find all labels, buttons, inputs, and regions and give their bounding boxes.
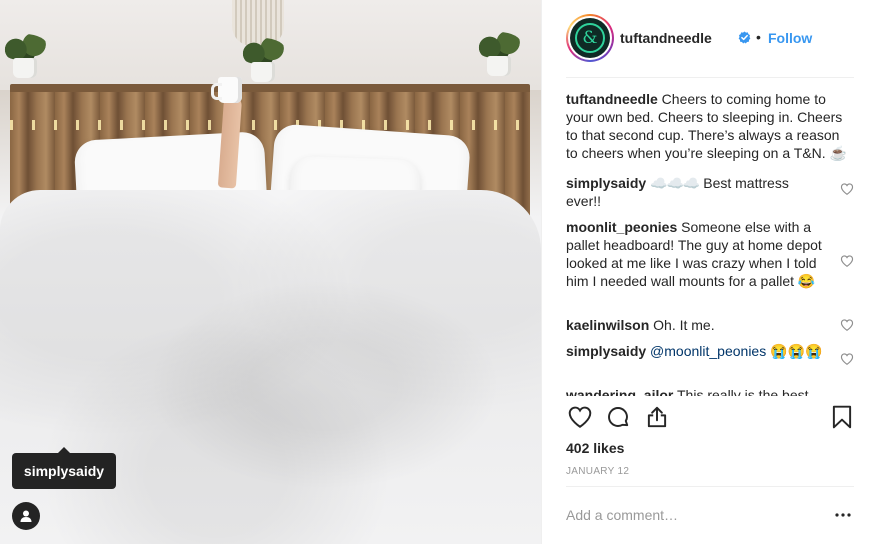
comment-username[interactable]: kaelinwilson xyxy=(566,317,649,333)
comment-emoji: ☁️☁️☁️ xyxy=(650,175,700,191)
comment-item: kaelinwilson Oh. It me. xyxy=(566,316,854,338)
share-button[interactable] xyxy=(643,403,671,431)
photo-plant-center xyxy=(240,38,286,82)
comment-bubble-icon xyxy=(608,407,629,427)
comment-button[interactable] xyxy=(604,403,632,431)
header-username[interactable]: tuftandneedle xyxy=(620,30,712,46)
more-dots-icon xyxy=(835,513,851,517)
header-separator: • xyxy=(756,29,761,45)
heart-icon xyxy=(568,406,592,428)
photo-mug xyxy=(211,77,242,103)
save-button[interactable] xyxy=(828,403,856,431)
brand-logo-icon: & xyxy=(575,23,605,53)
bookmark-icon xyxy=(832,405,852,429)
comment-like-heart-icon[interactable] xyxy=(840,352,854,366)
user-tag-icon[interactable] xyxy=(12,502,40,530)
add-comment-input[interactable] xyxy=(566,505,816,525)
comment-text: 😭😭😭 xyxy=(770,343,823,359)
comment-like-heart-icon[interactable] xyxy=(840,318,854,332)
likes-count[interactable]: 402 likes xyxy=(566,440,624,456)
user-tag-username: simplysaidy xyxy=(23,463,105,479)
post-photo[interactable]: simplysaidy xyxy=(0,0,541,544)
avatar-letter: & xyxy=(582,28,598,48)
photo-plant-right xyxy=(476,32,522,76)
comment-username[interactable]: simplysaidy xyxy=(566,175,646,191)
avatar[interactable]: & xyxy=(566,14,614,62)
comment-divider xyxy=(566,486,854,487)
share-icon xyxy=(647,406,667,428)
photo-duvet xyxy=(0,190,541,544)
post-date[interactable]: JANUARY 12 xyxy=(566,466,629,477)
comment-text: This really is the best xyxy=(677,387,809,396)
comment-username[interactable]: simplysaidy xyxy=(566,343,646,359)
post-header: & tuftandneedle • Follow xyxy=(566,0,854,78)
post-sidebar: & tuftandneedle • Follow tuftandneedle C… xyxy=(541,0,875,544)
post-actions xyxy=(566,403,854,437)
comment-item: simplysaidy ☁️☁️☁️ Best mattress ever!! xyxy=(566,174,854,214)
post-caption: tuftandneedle Cheers to coming home to y… xyxy=(566,90,854,162)
comment-item: wandering_ailor This really is the best xyxy=(566,386,854,396)
comments-list[interactable]: tuftandneedle Cheers to coming home to y… xyxy=(566,90,854,396)
verified-badge-icon xyxy=(738,31,751,44)
comment-username[interactable]: wandering_ailor xyxy=(566,387,673,396)
comment-item: simplysaidy @moonlit_peonies 😭😭😭 xyxy=(566,342,854,382)
user-tag-label[interactable]: simplysaidy xyxy=(12,447,116,489)
photo-plant-left xyxy=(2,34,48,78)
like-button[interactable] xyxy=(566,403,594,431)
caption-username[interactable]: tuftandneedle xyxy=(566,91,658,107)
more-options-button[interactable] xyxy=(832,505,854,525)
comment-username[interactable]: moonlit_peonies xyxy=(566,219,677,235)
comment-text: Oh. It me. xyxy=(653,317,715,333)
follow-button[interactable]: Follow xyxy=(768,30,812,46)
comment-mention[interactable]: @moonlit_peonies xyxy=(650,343,766,359)
comment-item: moonlit_peonies Someone else with a pall… xyxy=(566,218,854,312)
comment-like-heart-icon[interactable] xyxy=(840,254,854,268)
comment-like-heart-icon[interactable] xyxy=(840,182,854,196)
